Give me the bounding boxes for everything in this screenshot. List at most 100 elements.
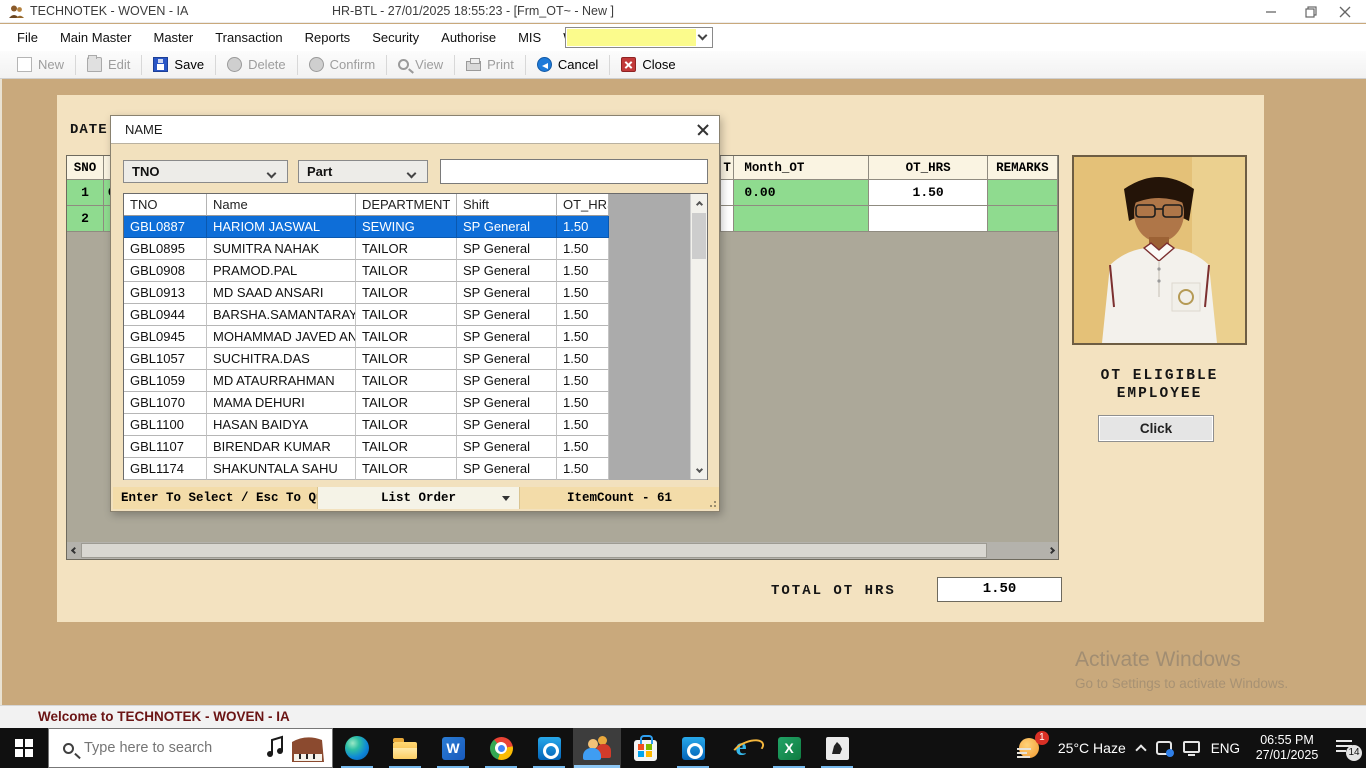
restore-icon[interactable]: [1296, 0, 1326, 23]
status-message: Welcome to TECHNOTEK - WOVEN - IA: [38, 706, 290, 728]
search-highlight-piano-icon: [266, 732, 328, 766]
grid-horizontal-scrollbar[interactable]: [67, 542, 1058, 559]
taskbar-app-technotek-active[interactable]: [573, 728, 621, 768]
taskbar-app-explorer[interactable]: [381, 728, 429, 768]
list-item[interactable]: GBL0908PRAMOD.PALTAILORSP General1.50: [124, 260, 707, 282]
menu-security[interactable]: Security: [361, 25, 430, 51]
chevron-down-icon: [267, 169, 277, 179]
close-button[interactable]: Close: [612, 55, 684, 74]
list-item[interactable]: GBL0895SUMITRA NAHAKTAILORSP General1.50: [124, 238, 707, 260]
list-item[interactable]: GBL1100HASAN BAIDYATAILORSP General1.50: [124, 414, 707, 436]
view-button[interactable]: View: [389, 55, 452, 74]
taskbar-app-chrome[interactable]: [477, 728, 525, 768]
excel-icon: X: [778, 737, 801, 760]
list-vertical-scrollbar[interactable]: [690, 194, 707, 479]
confirm-icon: [309, 57, 324, 72]
match-mode-dropdown[interactable]: Part: [298, 160, 428, 183]
list-item[interactable]: GBL1057SUCHITRA.DASTAILORSP General1.50: [124, 348, 707, 370]
folder-icon: [393, 742, 417, 759]
list-item-selected[interactable]: GBL0887HARIOM JASWALSEWINGSP General1.50: [124, 216, 707, 238]
scroll-right-icon[interactable]: [1044, 542, 1058, 559]
scroll-up-icon[interactable]: [691, 194, 707, 211]
toolbar: New Edit Save Delete Confirm View Print …: [0, 51, 1366, 79]
tray-chevron-up-icon[interactable]: [1135, 744, 1146, 755]
tray-date: 27/01/2025: [1251, 748, 1323, 763]
dialog-title-bar: NAME: [111, 116, 719, 144]
language-indicator[interactable]: ENG: [1211, 741, 1240, 756]
taskbar-app-edge[interactable]: [333, 728, 381, 768]
search-icon: [63, 743, 74, 754]
start-button[interactable]: [0, 728, 48, 768]
list-order-dropdown[interactable]: List Order: [318, 487, 520, 509]
people-app-icon: [582, 736, 612, 760]
menu-bar: File Main Master Master Transaction Repo…: [0, 24, 1366, 51]
list-item[interactable]: GBL1107BIRENDAR KUMARTAILORSP General1.5…: [124, 436, 707, 458]
menu-quick-combo[interactable]: [565, 27, 713, 48]
new-icon: [17, 57, 32, 72]
app-logo-icon: [8, 4, 24, 20]
list-item[interactable]: GBL1059MD ATAURRAHMANTAILORSP General1.5…: [124, 370, 707, 392]
scrollbar-thumb[interactable]: [81, 543, 987, 558]
taskbar-clock[interactable]: 06:55 PM 27/01/2025: [1251, 733, 1323, 763]
window-subtitle: HR-BTL - 27/01/2025 18:55:23 - [Frm_OT~ …: [332, 0, 614, 23]
new-button[interactable]: New: [8, 55, 73, 74]
cast-tray-icon[interactable]: [1156, 741, 1172, 755]
mdi-client-area: DATE SNO T Month_OT OT_HRS REMARKS 1 G 0…: [0, 79, 1366, 705]
dialog-title: NAME: [125, 116, 163, 144]
taskbar-app-word[interactable]: W: [429, 728, 477, 768]
menu-main-master[interactable]: Main Master: [49, 25, 143, 51]
menu-authorise[interactable]: Authorise: [430, 25, 507, 51]
save-button[interactable]: Save: [144, 55, 213, 74]
minimize-icon[interactable]: [1256, 0, 1286, 23]
cancel-button[interactable]: Cancel: [528, 55, 607, 74]
taskbar-app-excel[interactable]: X: [765, 728, 813, 768]
edit-button[interactable]: Edit: [78, 55, 139, 74]
scrollbar-thumb[interactable]: [692, 213, 706, 259]
taskbar-app-ie[interactable]: e: [717, 728, 765, 768]
activate-windows-watermark: Activate Windows Go to Settings to activ…: [1075, 648, 1288, 691]
dialog-close-icon[interactable]: [696, 123, 710, 137]
menu-master[interactable]: Master: [142, 25, 204, 51]
search-field-dropdown[interactable]: TNO: [123, 160, 288, 183]
outlook-icon: [682, 737, 705, 760]
menu-mis[interactable]: MIS: [507, 25, 552, 51]
delete-button[interactable]: Delete: [218, 55, 295, 74]
list-item[interactable]: GBL0944BARSHA.SAMANTARAYTAILORSP General…: [124, 304, 707, 326]
edit-icon: [87, 57, 102, 72]
list-header-row: TNO Name DEPARTMENT Shift OT_HRS: [124, 194, 707, 216]
menu-transaction[interactable]: Transaction: [204, 25, 293, 51]
scroll-down-icon[interactable]: [691, 462, 707, 479]
weather-icon[interactable]: 1: [1017, 734, 1047, 762]
total-ot-label: TOTAL OT HRS: [771, 583, 896, 599]
tray-time: 06:55 PM: [1251, 733, 1323, 748]
list-item[interactable]: GBL0945MOHAMMAD JAVED AN...TAILORSP Gene…: [124, 326, 707, 348]
close-icon: [621, 57, 636, 72]
menu-reports[interactable]: Reports: [294, 25, 362, 51]
name-search-input[interactable]: [440, 159, 708, 184]
list-item[interactable]: GBL0913MD SAAD ANSARITAILORSP General1.5…: [124, 282, 707, 304]
print-icon: [466, 61, 481, 71]
weather-text[interactable]: 25°C Haze: [1058, 740, 1126, 756]
app-status-bar: Welcome to TECHNOTEK - WOVEN - IA: [0, 705, 1366, 728]
close-window-icon[interactable]: [1330, 0, 1360, 23]
click-button[interactable]: Click: [1098, 415, 1214, 442]
taskbar-app-photos[interactable]: [813, 728, 861, 768]
taskbar-search[interactable]: [48, 728, 333, 768]
taskbar-app-outlook[interactable]: [525, 728, 573, 768]
chevron-down-icon: [502, 496, 510, 501]
list-item[interactable]: GBL1174SHAKUNTALA SAHUTAILORSP General1.…: [124, 458, 707, 480]
employee-photo: [1072, 155, 1247, 345]
weather-badge: 1: [1035, 731, 1049, 745]
confirm-button[interactable]: Confirm: [300, 55, 385, 74]
action-center-icon[interactable]: 14: [1334, 736, 1360, 760]
store-icon: [634, 740, 657, 761]
hint-text: Enter To Select / Esc To Quit: [113, 487, 318, 509]
menu-file[interactable]: File: [6, 25, 49, 51]
list-item[interactable]: GBL1070MAMA DEHURITAILORSP General1.50: [124, 392, 707, 414]
scroll-left-icon[interactable]: [67, 542, 81, 559]
print-button[interactable]: Print: [457, 55, 523, 74]
resize-grip[interactable]: [706, 497, 716, 507]
taskbar-app-outlook2[interactable]: [669, 728, 717, 768]
display-tray-icon[interactable]: [1183, 741, 1200, 753]
taskbar-app-store[interactable]: [621, 728, 669, 768]
